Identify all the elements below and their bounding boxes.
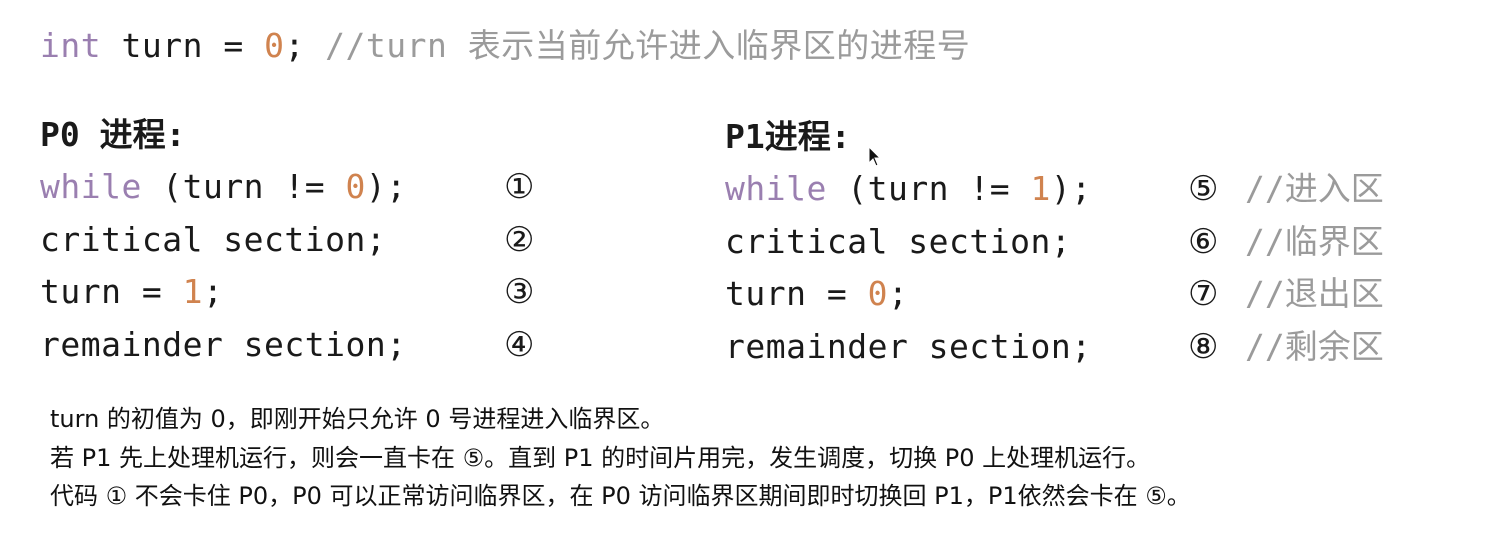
assign-end: ; [887,274,909,313]
turn-declaration: int turn = 0; //turn 表示当前允许进入临界区的进程号 [40,26,970,66]
mouse-pointer-icon [868,146,882,167]
note-initial-value: turn 的初值为 0，即刚开始只允许 0 号进程进入临界区。 [50,405,665,433]
marker-1: ① [504,167,535,207]
p1-line-turn: turn = 0; [725,274,908,314]
marker-2: ② [504,220,535,260]
marker-7: ⑦ [1188,274,1219,314]
assign-text: turn = [40,272,183,311]
condition-number: 1 [1030,169,1051,208]
condition-end: ); [1050,169,1092,208]
initial-value: 0 [264,26,285,65]
condition-number: 0 [345,167,366,206]
semicolon: ; [284,26,305,65]
region-exit-comment: //退出区 [1245,274,1384,313]
declaration-comment: //turn 表示当前允许进入临界区的进程号 [304,26,971,65]
assign-number: 1 [182,272,203,311]
p0-heading: P0 进程: [40,115,186,154]
p1-line-while: while (turn != 1); [725,169,1092,209]
marker-3: ③ [504,272,535,312]
region-entry-comment: //进入区 [1245,169,1384,208]
p0-line-while: while (turn != 0); [40,167,407,207]
p1-line-critical: critical section; [725,222,1072,261]
condition-end: ); [365,167,407,206]
keyword-while: while [40,167,142,206]
assign-text: turn = [725,274,868,313]
condition-text: (turn != [826,169,1031,208]
p0-line-critical: critical section; [40,220,387,259]
marker-6: ⑥ [1188,222,1219,262]
marker-5: ⑤ [1188,169,1219,209]
p1-line-remainder: remainder section; [725,327,1092,366]
keyword-int: int [40,26,102,65]
marker-4: ④ [504,325,535,365]
assign-end: ; [202,272,224,311]
marker-8: ⑧ [1188,327,1219,367]
region-critical-comment: //临界区 [1245,222,1384,261]
condition-text: (turn != [141,167,346,206]
keyword-while: while [725,169,827,208]
note-p0-access: 代码 ① 不会卡住 P0，P0 可以正常访问临界区，在 P0 访问临界区期间即时… [50,482,1191,510]
region-remainder-comment: //剩余区 [1245,327,1384,366]
p0-line-remainder: remainder section; [40,325,407,364]
p0-line-turn: turn = 1; [40,272,223,312]
note-p1-blocked: 若 P1 先上处理机运行，则会一直卡在 ⑤。直到 P1 的时间片用完，发生调度，… [50,444,1151,472]
variable-name: turn = [101,26,265,65]
p1-heading: P1进程: [725,117,851,156]
assign-number: 0 [867,274,888,313]
